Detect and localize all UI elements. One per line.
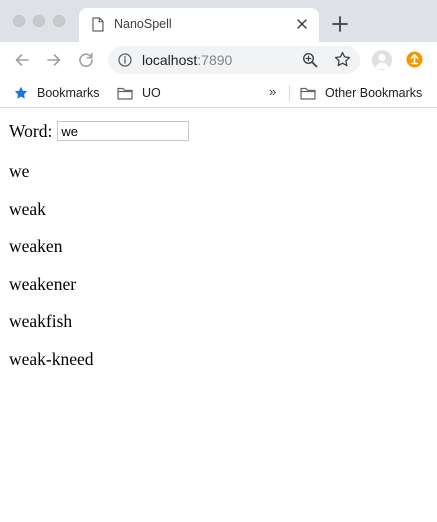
- star-icon: [14, 86, 28, 99]
- word-label: Word:: [9, 121, 53, 141]
- suggestion-item: weaken: [9, 236, 63, 256]
- window-close-button[interactable]: [13, 15, 25, 27]
- word-form: Word:: [9, 121, 190, 141]
- suggestion-item: weakfish: [9, 311, 73, 331]
- profile-avatar[interactable]: [372, 50, 392, 70]
- address-bar[interactable]: localhost:7890: [108, 46, 360, 74]
- suggestion-item: weak: [9, 198, 46, 219]
- back-arrow-icon[interactable]: [13, 51, 31, 69]
- word-input[interactable]: [57, 121, 190, 141]
- suggestion-list: we weak weaken weakener weakfish weak-kn…: [9, 161, 94, 386]
- tab-title: NanoSpell: [114, 17, 172, 31]
- close-tab-icon[interactable]: [295, 17, 309, 31]
- bookmark-label: Bookmarks: [37, 86, 100, 100]
- url-port: :7890: [197, 52, 233, 68]
- suggestion-item: we: [9, 161, 30, 181]
- forward-arrow-icon[interactable]: [45, 51, 63, 69]
- page-content: Word: we weak weaken weakener weakfish w…: [0, 109, 437, 522]
- folder-icon: [300, 87, 316, 100]
- url-text: localhost:7890: [142, 52, 232, 69]
- bookmark-star-icon[interactable]: [334, 51, 351, 68]
- avatar-icon: [375, 53, 389, 69]
- bookmark-folder-other[interactable]: Other Bookmarks: [300, 85, 422, 101]
- folder-icon: [117, 87, 133, 100]
- toolbar: localhost:7890: [0, 42, 437, 78]
- window-maximize-button[interactable]: [53, 15, 65, 27]
- zoom-icon[interactable]: [302, 52, 318, 68]
- bookmark-item-bookmarks[interactable]: Bookmarks: [14, 85, 100, 101]
- bookmarks-divider: [289, 85, 290, 101]
- bookmark-label: Other Bookmarks: [325, 86, 423, 100]
- new-tab-icon[interactable]: [331, 15, 349, 33]
- bookmark-label: UO: [142, 86, 161, 100]
- active-tab[interactable]: NanoSpell: [79, 8, 319, 42]
- info-icon[interactable]: [118, 53, 132, 67]
- bookmark-folder-uo[interactable]: UO: [117, 85, 161, 101]
- suggestion-item: weakener: [9, 273, 77, 294]
- window-minimize-button[interactable]: [33, 15, 45, 27]
- tab-strip: NanoSpell: [0, 0, 437, 42]
- url-host: localhost: [142, 52, 198, 68]
- suggestion-item: weak-kneed: [9, 348, 94, 369]
- reload-icon[interactable]: [77, 51, 95, 69]
- bookmarks-overflow-chevron[interactable]: »: [269, 84, 276, 99]
- extension-icon[interactable]: [406, 51, 423, 68]
- page-icon: [92, 17, 104, 32]
- bookmarks-bar: Bookmarks UO » Other Bookmarks: [0, 78, 437, 108]
